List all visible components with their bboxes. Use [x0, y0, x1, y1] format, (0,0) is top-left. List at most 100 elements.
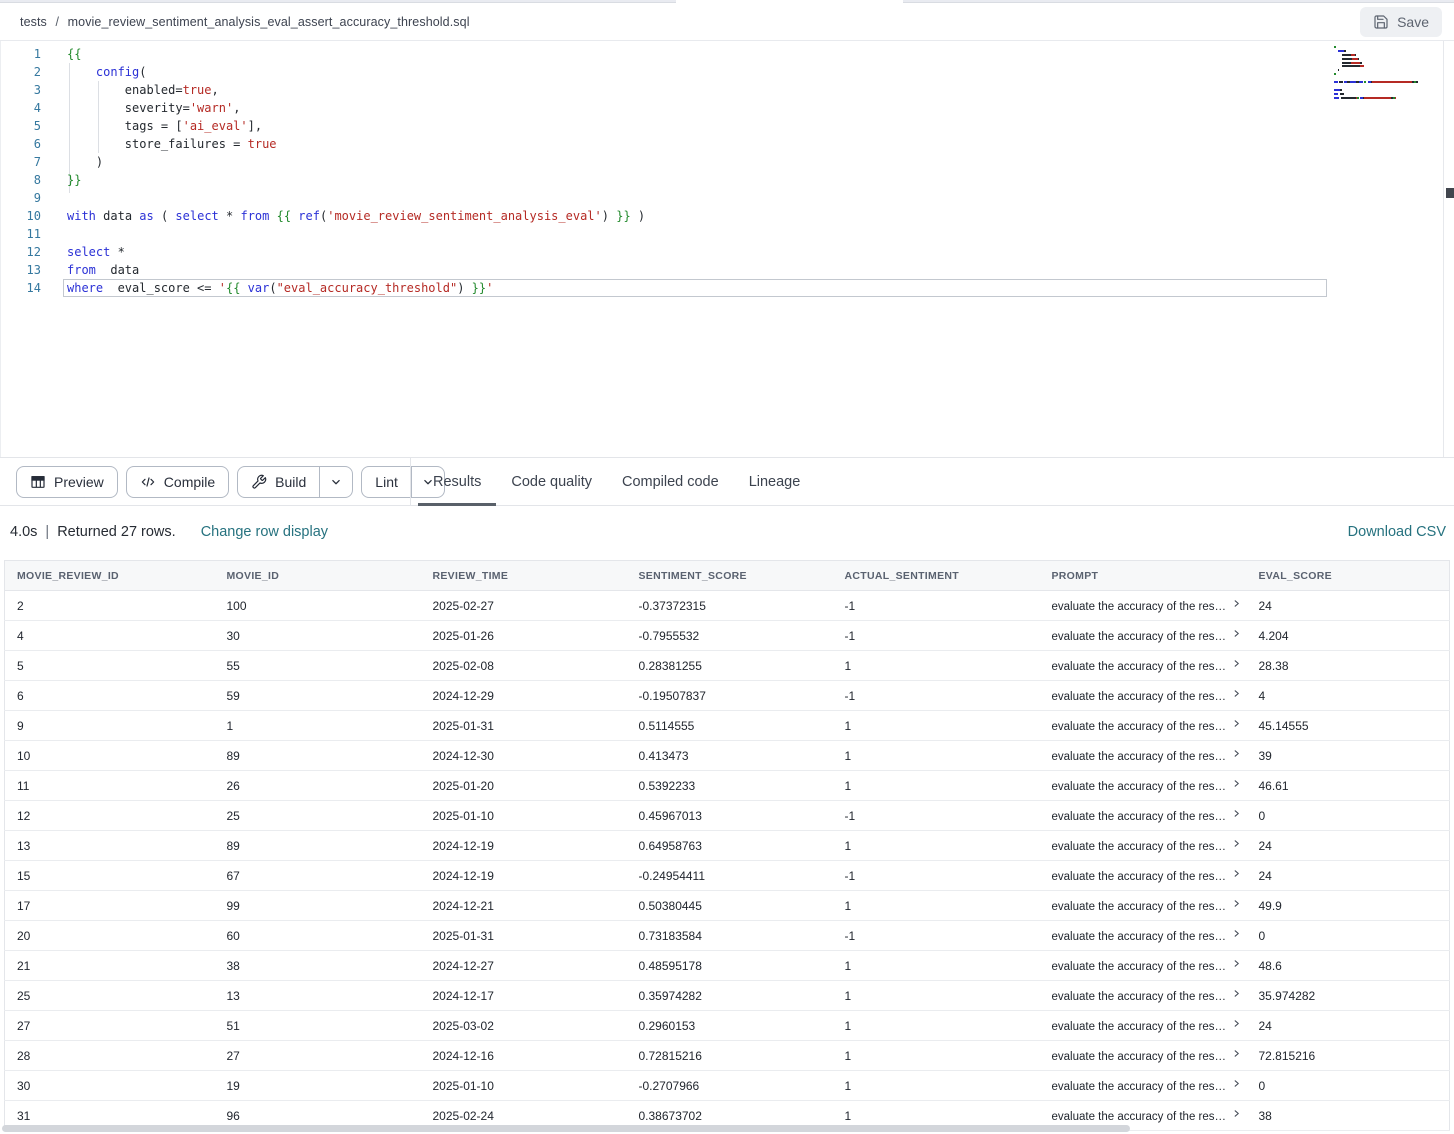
editor-scrollbar[interactable]: [1443, 41, 1454, 457]
code-line-text: enabled=true,: [63, 81, 1327, 99]
table-row: 11262025-01-200.53922331evaluate the acc…: [5, 771, 1450, 801]
code-line[interactable]: 8}}: [1, 171, 1327, 189]
expand-prompt-chevron-right-icon[interactable]: [1232, 929, 1241, 941]
cell-sentiment-score: 0.50380445: [627, 891, 833, 921]
column-header-movie-review-id: MOVIE_REVIEW_ID: [5, 561, 215, 591]
table-row: 4302025-01-26-0.7955532-1evaluate the ac…: [5, 621, 1450, 651]
expand-prompt-chevron-right-icon[interactable]: [1232, 899, 1241, 911]
tab-compiled-code[interactable]: Compiled code: [607, 458, 734, 506]
code-line[interactable]: 12select *: [1, 243, 1327, 261]
expand-prompt-chevron-right-icon[interactable]: [1232, 779, 1241, 791]
code-line[interactable]: 2 config(: [1, 63, 1327, 81]
expand-prompt-chevron-right-icon[interactable]: [1232, 749, 1241, 761]
download-csv-link[interactable]: Download CSV: [1348, 524, 1446, 540]
code-line[interactable]: 3 enabled=true,: [1, 81, 1327, 99]
expand-prompt-chevron-right-icon[interactable]: [1232, 839, 1241, 851]
preview-button[interactable]: Preview: [16, 466, 118, 498]
horizontal-scrollbar[interactable]: [0, 1125, 1454, 1133]
code-icon: [140, 474, 156, 490]
toolbar-divider: [410, 458, 411, 505]
table-row: 25132024-12-170.359742821evaluate the ac…: [5, 981, 1450, 1011]
compile-button[interactable]: Compile: [126, 466, 229, 498]
save-button[interactable]: Save: [1360, 7, 1442, 37]
code-line[interactable]: 10with data as ( select * from {{ ref('m…: [1, 207, 1327, 225]
change-row-display-link[interactable]: Change row display: [201, 524, 328, 540]
cell-movie-review-id: 6: [5, 681, 215, 711]
code-line[interactable]: 5 tags = ['ai_eval'],: [1, 117, 1327, 135]
expand-prompt-chevron-right-icon[interactable]: [1232, 959, 1241, 971]
tab-lineage[interactable]: Lineage: [734, 458, 816, 506]
cell-actual-sentiment: 1: [833, 1041, 1040, 1071]
cell-actual-sentiment: -1: [833, 681, 1040, 711]
cell-eval-score: 0: [1247, 1071, 1450, 1101]
expand-prompt-chevron-right-icon[interactable]: [1232, 659, 1241, 671]
tab-strip-right-segment: [903, 0, 1454, 3]
cell-eval-score: 0: [1247, 801, 1450, 831]
code-line[interactable]: 14where eval_score <= '{{ var("eval_accu…: [1, 279, 1327, 297]
cell-prompt: evaluate the accuracy of the res…: [1040, 621, 1247, 651]
expand-prompt-chevron-right-icon[interactable]: [1232, 989, 1241, 1001]
expand-prompt-chevron-right-icon[interactable]: [1232, 1109, 1241, 1121]
code-line-text: }}: [63, 171, 1327, 189]
line-number: 3: [1, 81, 41, 99]
prompt-text: evaluate the accuracy of the res…: [1052, 1051, 1227, 1063]
cell-eval-score: 35.974282: [1247, 981, 1450, 1011]
tab-results[interactable]: Results: [418, 458, 496, 506]
build-button[interactable]: Build: [237, 466, 353, 498]
save-icon: [1373, 14, 1389, 30]
expand-prompt-chevron-right-icon[interactable]: [1232, 599, 1241, 611]
cell-prompt: evaluate the accuracy of the res…: [1040, 591, 1247, 621]
prompt-text: evaluate the accuracy of the res…: [1052, 811, 1227, 823]
code-lines[interactable]: 1{{2 config(3 enabled=true,4 severity='w…: [1, 45, 1327, 297]
table-header-row: MOVIE_REVIEW_IDMOVIE_IDREVIEW_TIMESENTIM…: [5, 561, 1450, 591]
line-number: 5: [1, 117, 41, 135]
cell-prompt: evaluate the accuracy of the res…: [1040, 801, 1247, 831]
cell-movie-review-id: 15: [5, 861, 215, 891]
code-line[interactable]: 6 store_failures = true: [1, 135, 1327, 153]
code-line[interactable]: 11: [1, 225, 1327, 243]
expand-prompt-chevron-right-icon[interactable]: [1232, 629, 1241, 641]
wrench-icon: [251, 474, 267, 490]
table-row: 17992024-12-210.503804451evaluate the ac…: [5, 891, 1450, 921]
cell-movie-id: 19: [215, 1071, 421, 1101]
code-line[interactable]: 7 ): [1, 153, 1327, 171]
prompt-text: evaluate the accuracy of the res…: [1052, 1081, 1227, 1093]
code-line[interactable]: 1{{: [1, 45, 1327, 63]
cell-movie-id: 1: [215, 711, 421, 741]
table-row: 30192025-01-10-0.27079661evaluate the ac…: [5, 1071, 1450, 1101]
expand-prompt-chevron-right-icon[interactable]: [1232, 1079, 1241, 1091]
code-line[interactable]: 9: [1, 189, 1327, 207]
editor-minimap[interactable]: [1334, 46, 1442, 100]
code-line[interactable]: 13from data: [1, 261, 1327, 279]
cell-movie-id: 25: [215, 801, 421, 831]
expand-prompt-chevron-right-icon[interactable]: [1232, 689, 1241, 701]
cell-movie-review-id: 5: [5, 651, 215, 681]
expand-prompt-chevron-right-icon[interactable]: [1232, 1049, 1241, 1061]
file-header: tests / movie_review_sentiment_analysis_…: [0, 4, 1454, 41]
tab-strip-left-segment: [0, 0, 676, 3]
cell-eval-score: 28.38: [1247, 651, 1450, 681]
cell-prompt: evaluate the accuracy of the res…: [1040, 741, 1247, 771]
build-dropdown-chevron-down-icon[interactable]: [319, 467, 352, 497]
editor-scrollbar-thumb[interactable]: [1446, 188, 1454, 198]
expand-prompt-chevron-right-icon[interactable]: [1232, 869, 1241, 881]
prompt-text: evaluate the accuracy of the res…: [1052, 661, 1227, 673]
line-number: 9: [1, 189, 41, 207]
horizontal-scrollbar-thumb[interactable]: [2, 1125, 1130, 1132]
code-editor[interactable]: 1{{2 config(3 enabled=true,4 severity='w…: [0, 41, 1454, 457]
expand-prompt-chevron-right-icon[interactable]: [1232, 809, 1241, 821]
expand-prompt-chevron-right-icon[interactable]: [1232, 719, 1241, 731]
expand-prompt-chevron-right-icon[interactable]: [1232, 1019, 1241, 1031]
preview-button-label: Preview: [54, 474, 104, 490]
cell-movie-id: 60: [215, 921, 421, 951]
prompt-text: evaluate the accuracy of the res…: [1052, 751, 1227, 763]
build-button-label: Build: [275, 474, 306, 490]
cell-sentiment-score: -0.19507837: [627, 681, 833, 711]
code-line[interactable]: 4 severity='warn',: [1, 99, 1327, 117]
column-header-sentiment-score: SENTIMENT_SCORE: [627, 561, 833, 591]
code-line-text: [63, 189, 1327, 207]
cell-movie-id: 30: [215, 621, 421, 651]
tab-code-quality[interactable]: Code quality: [496, 458, 607, 506]
code-line-text: [63, 225, 1327, 243]
cell-eval-score: 24: [1247, 1011, 1450, 1041]
